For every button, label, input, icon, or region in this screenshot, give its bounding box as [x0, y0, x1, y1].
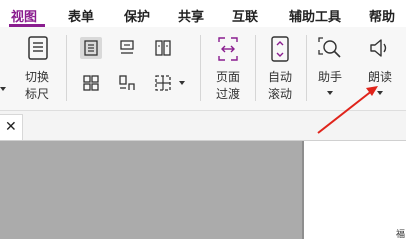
single-page-icon — [84, 40, 98, 56]
page-transition-button[interactable]: 页面 过渡 — [210, 33, 246, 105]
menu-tab-bar: 视图 表单 保护 共享 互联 辅助工具 帮助 — [0, 0, 406, 27]
assistant-button[interactable]: 助手 — [312, 33, 348, 105]
separator — [255, 35, 256, 101]
workspace-background — [0, 141, 302, 239]
close-icon[interactable]: ✕ — [5, 119, 17, 135]
ribbon-toolbar: 切换 标尺 页面 过渡 自动 滚动 助手 朗读 — [0, 27, 406, 110]
document-tab[interactable]: ✕ — [0, 114, 23, 142]
page-transition-label-2: 过渡 — [216, 87, 241, 101]
auto-scroll-icon — [271, 36, 289, 62]
page-layout-dropdown-button[interactable] — [152, 72, 186, 94]
split-view-icon — [155, 75, 171, 91]
tab-connect[interactable]: 互联 — [232, 6, 258, 25]
continuous-page-icon — [120, 40, 134, 54]
ruler-icon — [28, 36, 48, 60]
page-text-fragment: 福 — [396, 230, 406, 240]
page-transition-label-1: 页面 — [216, 70, 241, 84]
tab-accessibility-tools[interactable]: 辅助工具 — [289, 6, 341, 25]
auto-scroll-label-1: 自动 — [268, 70, 293, 84]
document-tab-strip: ✕ — [0, 110, 406, 142]
page-shadow — [302, 141, 304, 239]
group-expand-arrow-icon[interactable] — [0, 87, 6, 91]
separator — [66, 35, 67, 101]
separator — [200, 35, 201, 101]
toggle-ruler-label-2: 标尺 — [25, 87, 50, 101]
assistant-label: 助手 — [318, 70, 343, 84]
tab-form[interactable]: 表单 — [68, 6, 94, 25]
auto-scroll-button[interactable]: 自动 滚动 — [262, 33, 298, 105]
single-page-button[interactable] — [80, 37, 102, 59]
auto-scroll-label-2: 滚动 — [268, 87, 293, 101]
document-viewport[interactable]: 福 — [0, 140, 406, 240]
continuous-facing-icon — [83, 75, 99, 91]
read-aloud-button[interactable]: 朗读 — [362, 33, 398, 105]
read-aloud-label: 朗读 — [368, 70, 393, 84]
toggle-ruler-label-1: 切换 — [25, 70, 50, 84]
tab-share[interactable]: 共享 — [178, 6, 204, 25]
chevron-down-icon — [179, 81, 185, 85]
continuous-page-button[interactable] — [116, 37, 138, 59]
facing-page-icon — [155, 40, 171, 56]
separator — [306, 35, 307, 101]
tab-view[interactable]: 视图 — [11, 6, 37, 25]
separate-cover-icon — [119, 75, 135, 90]
chevron-down-icon — [377, 91, 383, 95]
tab-help[interactable]: 帮助 — [369, 6, 395, 25]
page-transition-icon — [218, 37, 238, 61]
chevron-down-icon — [327, 91, 333, 95]
continuous-facing-button[interactable] — [80, 72, 102, 94]
assistant-search-icon — [318, 37, 341, 58]
speaker-icon — [370, 39, 387, 57]
separate-cover-button[interactable] — [116, 72, 138, 94]
tab-protect[interactable]: 保护 — [124, 6, 150, 25]
facing-page-button[interactable] — [152, 37, 174, 59]
toggle-ruler-button[interactable]: 切换 标尺 — [20, 33, 56, 105]
